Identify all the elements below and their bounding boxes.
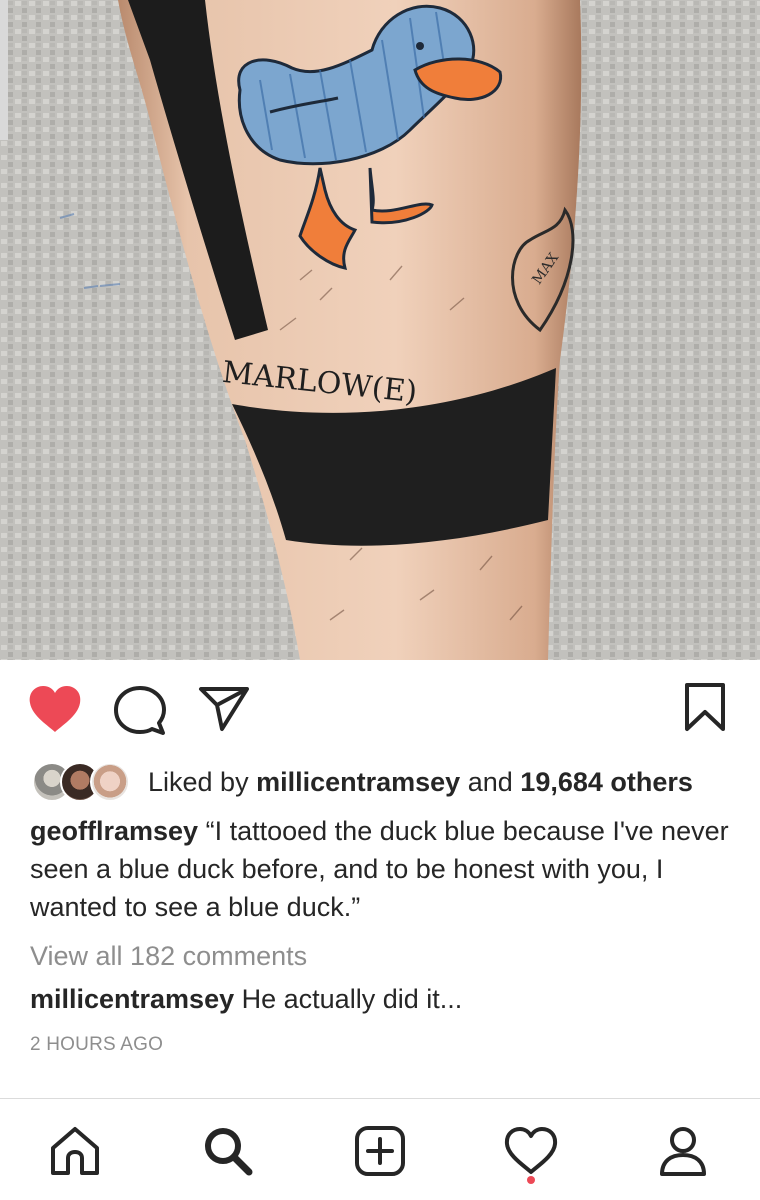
profile-icon (660, 1127, 706, 1176)
nav-profile[interactable] (653, 1121, 713, 1181)
post-timestamp: 2 HOURS AGO (30, 1034, 164, 1055)
heart-filled-icon[interactable] (28, 686, 82, 734)
avatar (90, 762, 130, 802)
likes-prefix: Liked by (148, 767, 249, 797)
likes-summary: Liked by millicentramsey and 19,684 othe… (148, 766, 693, 798)
scroll-indicator (0, 0, 8, 140)
bookmark-icon[interactable] (684, 682, 726, 732)
paper-plane-icon[interactable] (198, 686, 250, 732)
notification-dot (527, 1176, 535, 1184)
likes-connector: and (467, 767, 513, 797)
nav-add-post[interactable] (350, 1121, 410, 1181)
tattoo-photo: MARLOW(E) MAX (0, 0, 760, 660)
post-caption: geofflramsey “I tattooed the duck blue b… (30, 812, 730, 926)
likes-row[interactable]: Liked by millicentramsey and 19,684 othe… (32, 760, 732, 806)
liker-avatars (32, 762, 136, 802)
add-post-icon (355, 1126, 405, 1176)
post-photo[interactable]: MARLOW(E) MAX (0, 0, 760, 660)
comment-username-link[interactable]: millicentramsey (30, 984, 234, 1014)
view-all-comments-link[interactable]: View all 182 comments (30, 937, 307, 975)
home-icon (51, 1127, 99, 1175)
nav-home[interactable] (45, 1121, 105, 1181)
likes-count-link[interactable]: 19,684 others (520, 767, 693, 797)
nav-search[interactable] (198, 1121, 258, 1181)
comment-item: millicentramsey He actually did it... (30, 980, 462, 1018)
liker-username-link[interactable]: millicentramsey (256, 767, 460, 797)
caption-username-link[interactable]: geofflramsey (30, 816, 198, 846)
comment-text: He actually did it... (241, 984, 463, 1014)
nav-activity[interactable] (501, 1121, 561, 1181)
search-icon (205, 1128, 253, 1176)
bottom-navigation (0, 1098, 760, 1200)
activity-heart-icon (504, 1127, 558, 1174)
comment-icon[interactable] (114, 686, 166, 736)
